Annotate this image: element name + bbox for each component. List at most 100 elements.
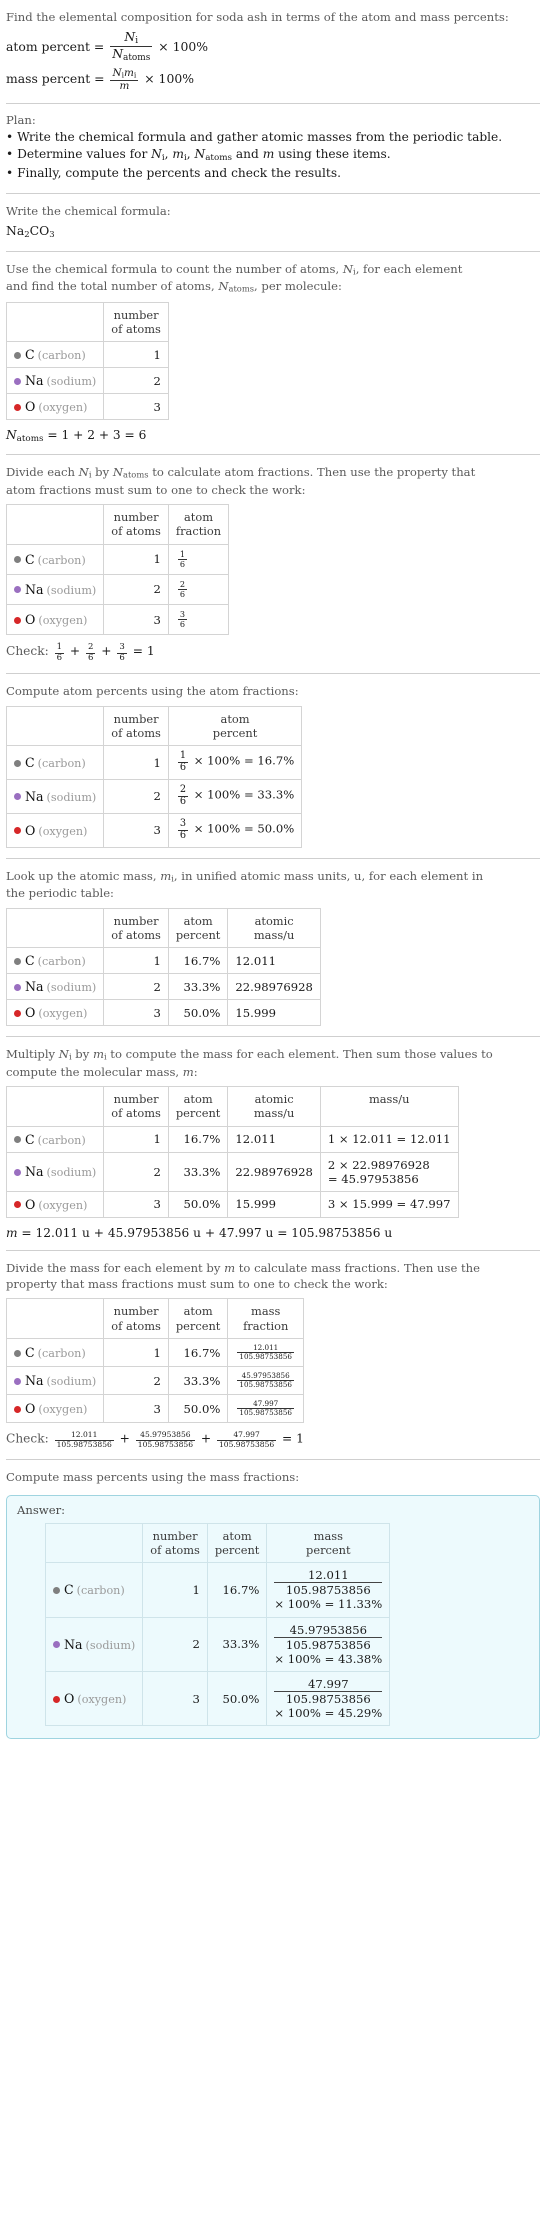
col-mass-percent: mass percent bbox=[266, 1522, 391, 1564]
frac-den: 6 bbox=[177, 588, 188, 599]
atom-percent-section: Compute atom percents using the atom fra… bbox=[5, 674, 540, 859]
count-value: 1 bbox=[103, 543, 169, 575]
sodium-color-dot bbox=[14, 983, 21, 991]
percent-result: × 100% = 50.0% bbox=[193, 821, 295, 836]
col-atom-fraction: atom fraction bbox=[167, 504, 230, 545]
row-element-o: O (oxygen) bbox=[5, 999, 105, 1027]
col-element bbox=[5, 1086, 105, 1127]
element-symbol: Na bbox=[25, 788, 44, 804]
atom-percent-definition: atom percent = Ni Natoms × 100% bbox=[6, 29, 209, 63]
col-number-of-atoms: number of atoms bbox=[103, 705, 169, 747]
count-value: 2 bbox=[142, 1616, 208, 1672]
plan-section: Plan: • Write the chemical formula and g… bbox=[6, 104, 540, 194]
carbon-color-dot bbox=[14, 1136, 21, 1144]
atom-fraction-section: Divide each Ni by Natoms to calculate at… bbox=[5, 455, 540, 675]
atomic-mass-value: 12.011 bbox=[227, 1125, 321, 1153]
atom-percent-value: 50.0% bbox=[167, 999, 229, 1027]
count-value: 1 bbox=[103, 1125, 169, 1153]
formula-section: Write the chemical formula: Na2CO3 bbox=[6, 194, 540, 252]
mass-percent-value: 47.997 105.98753856 × 100% = 45.29% bbox=[266, 1670, 391, 1727]
check-den: 6 bbox=[117, 652, 127, 663]
element-name: (carbon) bbox=[76, 1584, 125, 1598]
element-symbol: C bbox=[25, 755, 35, 771]
count-table: number of atoms C (carbon) 1 Na (sodium) 2 … bbox=[5, 301, 169, 421]
atom-fraction-value: 26 bbox=[167, 573, 230, 605]
total-atoms-value: 6 bbox=[138, 428, 147, 443]
atom-percent-value: 16.7% bbox=[167, 1337, 229, 1368]
mass-product: 1 × 12.011 = 12.011 bbox=[319, 1125, 459, 1153]
mass-product-line2: = 45.97953856 bbox=[327, 1171, 419, 1186]
atom-percent-value: 16.7% bbox=[206, 1562, 268, 1618]
atom-percent-value: 16 × 100% = 16.7% bbox=[167, 745, 303, 780]
col-number-of-atoms: number of atoms bbox=[103, 1086, 169, 1127]
table-row: C (carbon) 1 16.7% 12.011 105.98753856 bbox=[5, 1337, 304, 1368]
row-element-na: Na (sodium) bbox=[5, 1366, 105, 1396]
element-symbol: Na bbox=[25, 979, 44, 995]
atom-percent-value: 50.0% bbox=[167, 1190, 229, 1218]
carbon-color-dot bbox=[53, 1586, 60, 1594]
col-element bbox=[44, 1522, 144, 1564]
carbon-color-dot bbox=[14, 556, 21, 564]
carbon-color-dot bbox=[14, 1349, 21, 1357]
times-100-atom: × 100% bbox=[158, 39, 209, 55]
col-element bbox=[5, 301, 105, 343]
count-value: 3 bbox=[103, 393, 169, 421]
element-name: (carbon) bbox=[37, 955, 86, 969]
mass-section: Multiply Ni by mi to compute the mass fo… bbox=[5, 1037, 540, 1251]
col-number-of-atoms: number of atoms bbox=[142, 1522, 208, 1564]
table-row: O (oxygen) 3 36 bbox=[5, 603, 230, 636]
row-element-na: Na (sodium) bbox=[5, 573, 105, 605]
frac-den: 6 bbox=[177, 829, 189, 841]
table-row: C (carbon) 1 16.7% 12.011 bbox=[5, 947, 321, 975]
sodium-color-dot bbox=[14, 586, 21, 594]
table-header-row: number of atoms atom fraction bbox=[5, 504, 230, 545]
atomic-mass-value: 22.98976928 bbox=[227, 1151, 321, 1192]
table-row: O (oxygen) 3 50.0% 47.997 105.98753856 × 10… bbox=[44, 1670, 391, 1727]
count-value: 1 bbox=[103, 947, 169, 975]
atomic-mass-section: Look up the atomic mass, mi, in unified … bbox=[5, 859, 540, 1038]
element-symbol: O bbox=[25, 1005, 36, 1021]
mass-product: 2 × 22.98976928 = 45.97953856 bbox=[319, 1151, 459, 1192]
mass-fraction-value: 45.97953856 105.98753856 bbox=[227, 1366, 304, 1396]
table-header-row: number of atoms atom percent mass fraction bbox=[5, 1298, 304, 1339]
table-row: Na (sodium) 2 33.3% 22.98976928 2 × 22.98… bbox=[5, 1151, 459, 1192]
element-name: (sodium) bbox=[46, 981, 97, 995]
percent-result: × 100% = 45.29% bbox=[274, 1706, 383, 1721]
row-element-c: C (carbon) bbox=[5, 543, 105, 575]
count-value: 1 bbox=[103, 745, 169, 780]
element-symbol: C bbox=[25, 1345, 35, 1360]
element-name: (oxygen) bbox=[38, 1007, 88, 1021]
count-value: 3 bbox=[103, 1190, 169, 1218]
mass-percent-section: Compute mass percents using the mass fra… bbox=[6, 1460, 540, 1749]
count-value: 2 bbox=[103, 1151, 169, 1192]
mass-fraction-check: Check: 12.011 105.98753856 + 45.97953856 1… bbox=[6, 1430, 304, 1449]
atom-percent-value: 50.0% bbox=[206, 1670, 268, 1727]
table-row: O (oxygen) 3 50.0% 15.999 bbox=[5, 999, 321, 1027]
row-element-c: C (carbon) bbox=[5, 1125, 105, 1153]
element-name: (sodium) bbox=[46, 583, 97, 597]
row-element-o: O (oxygen) bbox=[5, 1394, 105, 1424]
row-element-c: C (carbon) bbox=[5, 1337, 105, 1368]
atom-percent-value: 33.3% bbox=[167, 973, 229, 1001]
table-header-row: number of atoms atom percent atomic mass/u bbox=[5, 907, 321, 949]
element-name: (carbon) bbox=[37, 349, 86, 363]
col-number-of-atoms: number of atoms bbox=[103, 1298, 169, 1339]
frac-num: 45.97953856 bbox=[241, 1371, 290, 1381]
frac-den: 105.98753856 bbox=[237, 1352, 294, 1361]
chemical-formula: Na2CO3 bbox=[6, 222, 540, 241]
count-value: 3 bbox=[142, 1670, 208, 1727]
element-name: (sodium) bbox=[46, 1166, 97, 1180]
count-value: 2 bbox=[103, 367, 169, 395]
row-element-na: Na (sodium) bbox=[5, 367, 105, 395]
mass-percent-table: number of atoms atom percent mass percent C… bbox=[44, 1522, 391, 1727]
frac-num: 3 bbox=[179, 817, 187, 829]
atom-fraction-value: 16 bbox=[167, 543, 230, 575]
sodium-color-dot bbox=[53, 1641, 60, 1649]
mass-fraction-value: 47.997 105.98753856 bbox=[227, 1394, 304, 1424]
percent-result: × 100% = 33.3% bbox=[193, 787, 295, 802]
check-den: 6 bbox=[54, 652, 65, 663]
m-den: m bbox=[119, 79, 130, 92]
table-row: Na (sodium) 2 26 bbox=[5, 573, 230, 605]
atom-percent-value: 16.7% bbox=[167, 1125, 229, 1153]
sodium-color-dot bbox=[14, 1377, 21, 1385]
